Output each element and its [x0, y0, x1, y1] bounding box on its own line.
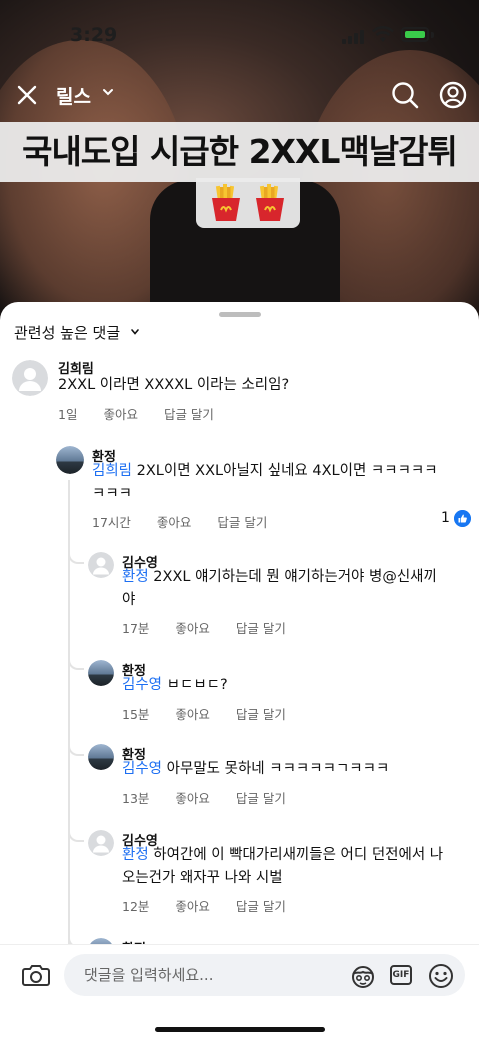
comment-text: 김희림 2XL이면 XXL아닐지 싶네요 4XL이면 ㅋㅋㅋㅋㅋ ㅋㅋㅋ: [92, 460, 472, 506]
like-button[interactable]: 좋아요: [175, 899, 210, 914]
like-button[interactable]: 좋아요: [157, 515, 192, 530]
comment-meta: 1일 좋아요 답글 달기: [58, 404, 236, 423]
comment-time: 17분: [122, 621, 150, 636]
avatar[interactable]: [56, 446, 84, 474]
avatar[interactable]: [88, 660, 114, 686]
mention-link[interactable]: 환정: [122, 569, 149, 585]
like-button[interactable]: 좋아요: [175, 791, 210, 806]
comment-text: 김수영 아무말도 못하네 ㅋㅋㅋㅋㅋㄱㅋㅋㅋ: [122, 758, 389, 781]
mention-link[interactable]: 환정: [122, 847, 149, 863]
comment-text: 환정 하여간에 이 빡대가리새끼들은 어디 던전에서 나 오는건가 왜자꾸 나와…: [122, 844, 472, 890]
fries-emoji-pair: [196, 178, 300, 228]
chevron-down-icon[interactable]: [102, 86, 114, 98]
status-bar: 3:29: [0, 24, 479, 48]
comment-body: 하여간에 이 빡대가리새끼들은 어디 던전에서 나: [148, 847, 444, 863]
wifi-icon: [372, 26, 394, 42]
home-indicator: [155, 1027, 325, 1032]
search-icon[interactable]: [390, 80, 420, 110]
comment-sort-dropdown[interactable]: 관련성 높은 댓글: [14, 322, 120, 343]
battery-tip: [431, 32, 434, 38]
comment-time: 13분: [122, 791, 150, 806]
comment-time: 17시간: [92, 515, 131, 530]
comment: 김수영 환정 하여간에 이 빡대가리새끼들은 어디 던전에서 나 오는건가 왜자…: [0, 828, 479, 918]
comment-meta: 17시간 좋아요 답글 달기: [92, 512, 289, 531]
like-count: 1: [441, 510, 450, 526]
profile-icon[interactable]: [438, 80, 468, 110]
comment: 환정 김수영 아무말도 못하네 ㅋㅋㅋㅋㅋㄱㅋㅋㅋ 13분 좋아요 답글 달기: [0, 742, 479, 812]
comment-body-cont: 오는건가 왜자꾸 나와 시벌: [122, 870, 283, 886]
chevron-down-icon[interactable]: [130, 327, 140, 337]
mention-link[interactable]: 김수영: [122, 677, 162, 693]
comment-input-bar: GIF: [0, 944, 479, 1041]
close-icon[interactable]: [14, 82, 40, 108]
comment: 환정 김수영 ㅂㄷㅂㄷ? 15분 좋아요 답글 달기: [0, 656, 479, 726]
avatar[interactable]: [88, 744, 114, 770]
avatar[interactable]: [12, 360, 48, 396]
comment-meta: 15분 좋아요 답글 달기: [122, 704, 308, 723]
mention-link[interactable]: 김수영: [122, 761, 162, 777]
reply-button[interactable]: 답글 달기: [236, 621, 286, 636]
like-button[interactable]: 좋아요: [103, 407, 138, 422]
comment: 김희림 2XXL 이라면 XXXXL 이라는 소리임? 1일 좋아요 답글 달기: [0, 358, 479, 428]
reply-button[interactable]: 답글 달기: [236, 899, 286, 914]
comment-time: 15분: [122, 707, 150, 722]
comment-meta: 13분 좋아요 답글 달기: [122, 788, 308, 807]
comment-meta: 12분 좋아요 답글 달기: [122, 896, 308, 915]
camera-icon[interactable]: [22, 963, 50, 987]
reels-header: 릴스: [0, 78, 479, 114]
comment: 환정 김희림 2XL이면 XXL아닐지 싶네요 4XL이면 ㅋㅋㅋㅋㅋ ㅋㅋㅋ …: [0, 442, 479, 532]
like-button[interactable]: 좋아요: [175, 621, 210, 636]
reels-title[interactable]: 릴스: [56, 82, 91, 109]
comment-meta: 17분 좋아요 답글 달기: [122, 618, 308, 637]
comment-body: ㅂㄷㅂㄷ?: [162, 677, 228, 693]
comment-body: 2XL이면 XXL아닐지 싶네요 4XL이면 ㅋㅋㅋㅋㅋ: [132, 463, 438, 479]
avatar-sticker-icon[interactable]: [350, 965, 376, 989]
avatar[interactable]: [88, 830, 114, 856]
comments-sheet: 관련성 높은 댓글 김희림 2XXL 이라면 XXXXL 이라는 소리임? 1일…: [0, 302, 479, 1040]
fries-emoji-icon: [212, 184, 240, 221]
comment-body: 아무말도 못하네 ㅋㅋㅋㅋㅋㄱㅋㅋㅋ: [162, 761, 390, 777]
sheet-grab-handle[interactable]: [219, 312, 261, 317]
reel-video[interactable]: 3:29 릴스 국내도입 시급한 2XXL맥날감튀: [0, 0, 479, 330]
comment: 김수영 환정 2XXL 얘기하는데 뭔 얘기하는거야 병@신새끼 야 17분 좋…: [0, 550, 479, 640]
reply-button[interactable]: 답글 달기: [236, 707, 286, 722]
comment-body-cont: ㅋㅋㅋ: [92, 486, 133, 502]
like-button[interactable]: 좋아요: [175, 707, 210, 722]
avatar[interactable]: [88, 552, 114, 578]
comment-text: 2XXL 이라면 XXXXL 이라는 소리임?: [58, 377, 290, 393]
video-caption: 국내도입 시급한 2XXL맥날감튀: [0, 122, 479, 182]
reply-button[interactable]: 답글 달기: [217, 515, 267, 530]
gif-icon[interactable]: GIF: [390, 965, 412, 985]
comment-text: 환정 2XXL 얘기하는데 뭔 얘기하는거야 병@신새끼 야: [122, 566, 472, 612]
status-time: 3:29: [70, 24, 118, 46]
thumbs-up-icon: [454, 510, 471, 527]
fries-emoji-icon: [256, 184, 284, 221]
signal-icon: [342, 28, 364, 44]
comment-text: 김수영 ㅂㄷㅂㄷ?: [122, 674, 228, 697]
reply-button[interactable]: 답글 달기: [164, 407, 214, 422]
mention-link[interactable]: 김희림: [92, 463, 132, 479]
reply-button[interactable]: 답글 달기: [236, 791, 286, 806]
comment-time: 1일: [58, 407, 78, 422]
emoji-icon[interactable]: [428, 963, 454, 989]
comment-body-cont: 야: [122, 592, 136, 608]
comment-body: 2XXL 얘기하는데 뭔 얘기하는거야 병@신새끼: [148, 569, 437, 585]
comment-time: 12분: [122, 899, 150, 914]
battery-icon: [401, 27, 429, 42]
